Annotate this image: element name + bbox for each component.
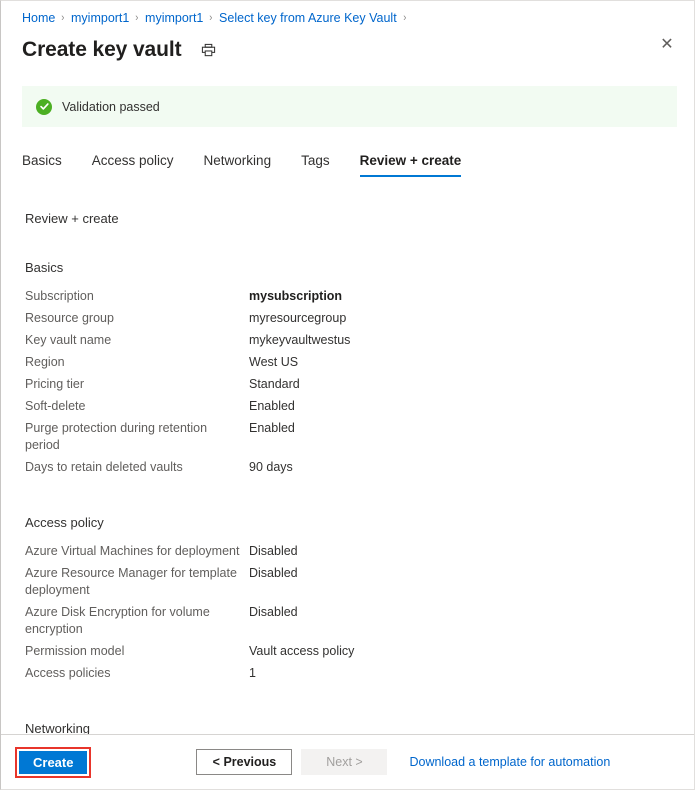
chevron-right-icon: ›: [135, 12, 139, 24]
table-row: Access policies 1: [25, 665, 674, 687]
row-label: Region: [25, 355, 65, 369]
row-label: Azure Virtual Machines for deployment: [25, 544, 240, 558]
wizard-tabs: Basics Access policy Networking Tags Rev…: [22, 149, 694, 177]
validation-message: Validation passed: [62, 99, 160, 114]
page-title: Create key vault: [22, 38, 182, 61]
row-value: West US: [249, 355, 299, 369]
row-value: Standard: [249, 377, 300, 391]
row-label: Soft-delete: [25, 399, 86, 413]
table-row: Days to retain deleted vaults 90 days: [25, 459, 674, 481]
row-value: Vault access policy: [249, 644, 355, 658]
row-value: 90 days: [249, 460, 293, 474]
breadcrumb-item-select-key[interactable]: Select key from Azure Key Vault: [219, 10, 397, 26]
chevron-right-icon: ›: [209, 12, 213, 24]
previous-button[interactable]: < Previous: [196, 749, 293, 775]
row-label: Key vault name: [25, 333, 112, 347]
wizard-footer: Create < Previous Next > Download a temp…: [1, 734, 694, 789]
table-row: Permission model Vault access policy: [25, 643, 674, 665]
table-row: Azure Resource Manager for template depl…: [25, 565, 674, 604]
chevron-right-icon: ›: [402, 12, 407, 24]
tab-networking[interactable]: Networking: [204, 152, 272, 177]
tab-tags[interactable]: Tags: [301, 152, 330, 177]
download-template-link[interactable]: Download a template for automation: [409, 755, 610, 769]
chevron-right-icon: ›: [61, 12, 65, 24]
breadcrumb-item-myimport1-2[interactable]: myimport1: [145, 10, 203, 26]
row-label: Pricing tier: [25, 377, 85, 391]
close-icon[interactable]: ✕: [654, 32, 680, 58]
row-label: Access policies: [25, 666, 111, 680]
row-value: Enabled: [249, 421, 295, 435]
table-row: Resource group myresourcegroup: [25, 310, 674, 332]
row-label: Azure Resource Manager for template depl…: [25, 566, 237, 597]
row-value: Disabled: [249, 566, 298, 580]
row-value: Disabled: [249, 544, 298, 558]
create-key-vault-blade: Home › myimport1 › myimport1 › Select ke…: [0, 0, 695, 790]
row-value: 1: [249, 666, 256, 680]
row-value: mykeyvaultwestus: [249, 333, 351, 347]
breadcrumb-item-home[interactable]: Home: [22, 10, 55, 26]
row-label: Azure Disk Encryption for volume encrypt…: [25, 605, 210, 636]
create-button-highlight: Create: [15, 746, 92, 778]
row-value: Enabled: [249, 399, 295, 413]
printer-icon[interactable]: [199, 40, 219, 60]
review-content: Review + create Basics Subscription mysu…: [1, 211, 694, 771]
basics-summary-table: Subscription mysubscription Resource gro…: [25, 288, 674, 481]
check-circle-icon: [36, 98, 52, 115]
row-value: myresourcegroup: [249, 311, 347, 325]
title-row: Create key vault ✕: [1, 26, 694, 66]
review-create-heading: Review + create: [25, 211, 119, 226]
breadcrumb-item-myimport1-1[interactable]: myimport1: [71, 10, 129, 26]
table-row: Purge protection during retention period…: [25, 420, 674, 459]
tab-review-create[interactable]: Review + create: [359, 152, 461, 177]
table-row: Region West US: [25, 354, 674, 376]
row-value: Disabled: [249, 605, 298, 619]
row-label: Days to retain deleted vaults: [25, 460, 183, 474]
next-button: Next >: [301, 749, 388, 775]
validation-banner: Validation passed: [22, 86, 677, 127]
row-label: Permission model: [25, 644, 125, 658]
create-button[interactable]: Create: [19, 750, 88, 774]
table-row: Azure Virtual Machines for deployment Di…: [25, 543, 674, 565]
tab-access-policy[interactable]: Access policy: [92, 152, 174, 177]
table-row: Key vault name mykeyvaultwestus: [25, 332, 674, 354]
breadcrumb: Home › myimport1 › myimport1 › Select ke…: [1, 1, 694, 26]
access-policy-summary-table: Azure Virtual Machines for deployment Di…: [25, 543, 674, 687]
tab-basics[interactable]: Basics: [22, 152, 62, 177]
section-heading-access-policy: Access policy: [25, 515, 104, 530]
row-label: Subscription: [25, 289, 94, 303]
table-row: Soft-delete Enabled: [25, 398, 674, 420]
row-value: mysubscription: [249, 289, 343, 303]
table-row: Pricing tier Standard: [25, 376, 674, 398]
table-row: Subscription mysubscription: [25, 288, 674, 310]
table-row: Azure Disk Encryption for volume encrypt…: [25, 604, 674, 643]
row-label: Resource group: [25, 311, 114, 325]
section-heading-basics: Basics: [25, 260, 64, 275]
row-label: Purge protection during retention period: [25, 421, 208, 452]
